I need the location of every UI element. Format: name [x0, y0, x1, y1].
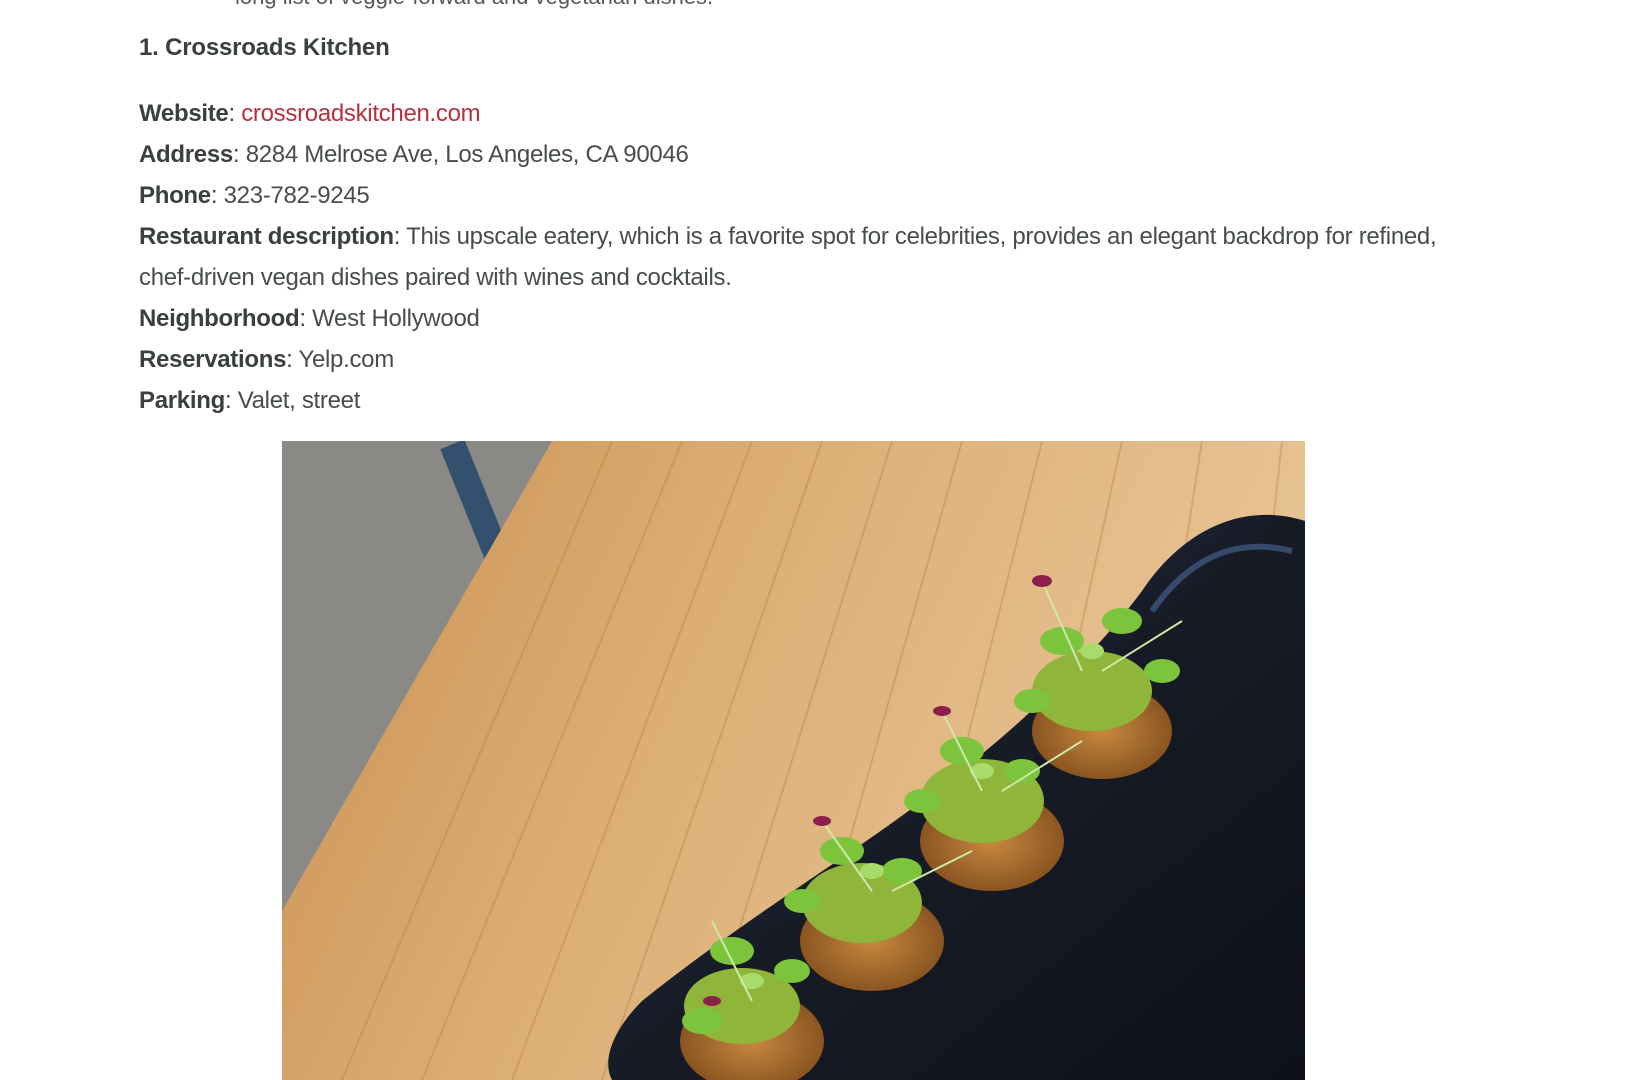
article-page: long list of veggie-forward and vegetari…: [0, 0, 1635, 1080]
parking-label: Parking: [139, 387, 225, 414]
dish-photo: [282, 441, 1305, 1080]
description-separator: :: [393, 223, 401, 250]
neighborhood-separator: :: [299, 305, 306, 332]
description-row: Restaurant description: This upscale eat…: [139, 216, 1439, 298]
neighborhood-label: Neighborhood: [139, 305, 300, 332]
phone-value: 323-782-9245: [223, 182, 370, 209]
phone-row: Phone: 323-782-9245: [139, 175, 1439, 216]
parking-row: Parking: Valet, street: [139, 380, 1439, 421]
address-separator: :: [232, 141, 240, 168]
address-label: Address: [139, 141, 233, 168]
website-link[interactable]: crossroadskitchen.com: [241, 100, 480, 127]
website-separator: :: [228, 100, 235, 127]
reservations-separator: :: [286, 346, 293, 373]
dish-photo-illustration: [282, 441, 1305, 1080]
website-label: Website: [139, 100, 229, 127]
neighborhood-value: West Hollywood: [312, 305, 480, 332]
phone-label: Phone: [139, 182, 211, 209]
reservations-row: Reservations: Yelp.com: [139, 339, 1439, 380]
reservations-label: Reservations: [139, 346, 287, 373]
previous-paragraph-fragment: long list of veggie-forward and vegetari…: [235, 0, 713, 8]
website-row: Website: crossroadskitchen.com: [139, 93, 1439, 134]
restaurant-details: Website: crossroadskitchen.com Address: …: [139, 93, 1439, 421]
phone-separator: :: [210, 182, 218, 209]
description-label: Restaurant description: [139, 223, 394, 250]
address-row: Address: 8284 Melrose Ave, Los Angeles, …: [139, 134, 1439, 175]
address-value: 8284 Melrose Ave, Los Angeles, CA 90046: [245, 141, 689, 168]
parking-separator: :: [224, 387, 232, 414]
neighborhood-row: Neighborhood: West Hollywood: [139, 298, 1439, 339]
reservations-value: Yelp.com: [298, 346, 394, 373]
restaurant-heading: 1. Crossroads Kitchen: [139, 34, 390, 61]
parking-value: Valet, street: [237, 387, 361, 414]
